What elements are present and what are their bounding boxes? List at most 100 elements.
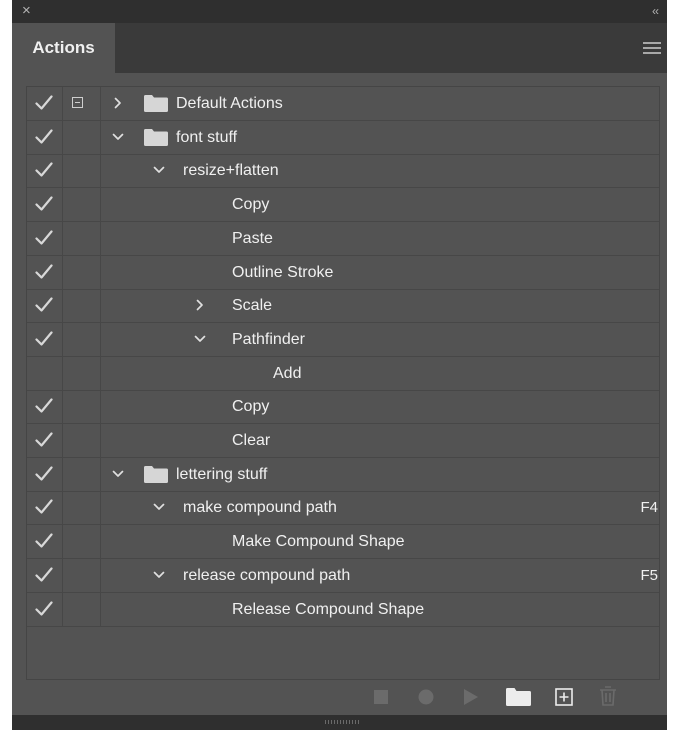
action-row[interactable]: Pathfinder	[27, 322, 659, 357]
toggle-dialog-cell[interactable]	[63, 491, 101, 525]
chevron-down-icon[interactable]	[111, 467, 125, 481]
checkmark-icon[interactable]	[35, 95, 53, 111]
checkmark-icon[interactable]	[35, 398, 53, 414]
actions-panel: × ‹‹ Actions Default Actions font stuff re…	[12, 0, 667, 730]
toggle-dialog-cell[interactable]	[63, 592, 101, 626]
toggle-item-cell[interactable]	[27, 592, 63, 626]
new-item-icon	[555, 688, 573, 706]
toggle-item-cell[interactable]	[27, 87, 63, 120]
create-new-set-button[interactable]	[506, 688, 531, 711]
dialog-toggle-icon[interactable]	[72, 97, 83, 108]
action-label: Add	[273, 364, 302, 382]
action-row[interactable]: Make Compound Shape	[27, 525, 659, 560]
toggle-dialog-cell[interactable]	[63, 457, 101, 491]
action-row[interactable]: release compound path F5	[27, 558, 659, 593]
toggle-dialog-cell[interactable]	[63, 322, 101, 356]
toggle-item-cell[interactable]	[27, 188, 63, 222]
toggle-item-cell[interactable]	[27, 356, 63, 390]
trash-icon	[600, 686, 616, 706]
toggle-dialog-cell[interactable]	[63, 120, 101, 154]
toggle-item-cell[interactable]	[27, 289, 63, 323]
toggle-item-cell[interactable]	[27, 457, 63, 491]
checkmark-icon[interactable]	[35, 162, 53, 178]
toggle-dialog-cell[interactable]	[63, 221, 101, 255]
play-selection-button[interactable]	[461, 688, 479, 711]
checkmark-icon[interactable]	[35, 600, 53, 617]
toggle-item-cell[interactable]	[27, 390, 63, 424]
folder-icon	[144, 95, 168, 112]
action-row[interactable]: Copy	[27, 188, 659, 223]
folder-icon	[144, 128, 168, 146]
toggle-item-cell[interactable]	[27, 424, 63, 457]
actions-toolbar	[12, 680, 667, 715]
toggle-item-cell[interactable]	[27, 154, 63, 188]
stop-playing-recording-button[interactable]	[372, 688, 390, 711]
grip-lines	[325, 720, 359, 724]
action-label: Paste	[232, 229, 273, 247]
begin-recording-button[interactable]	[417, 688, 435, 711]
resize-grip[interactable]	[12, 715, 667, 730]
checkmark-icon[interactable]	[35, 499, 53, 515]
toggle-dialog-cell[interactable]	[63, 289, 101, 323]
create-new-action-button[interactable]	[555, 688, 573, 711]
toggle-dialog-cell[interactable]	[63, 87, 101, 120]
toggle-dialog-cell[interactable]	[63, 525, 101, 559]
toggle-item-cell[interactable]	[27, 255, 63, 289]
action-row[interactable]: Clear	[27, 424, 659, 458]
checkmark-icon[interactable]	[35, 567, 53, 583]
toggle-dialog-cell[interactable]	[63, 356, 101, 390]
chevron-down-icon[interactable]	[111, 130, 125, 144]
action-label: lettering stuff	[176, 465, 268, 483]
toggle-item-cell[interactable]	[27, 525, 63, 559]
checkmark-icon[interactable]	[35, 297, 53, 313]
action-row[interactable]: Paste	[27, 221, 659, 256]
checkmark-icon[interactable]	[35, 533, 53, 549]
chevron-down-icon[interactable]	[152, 163, 166, 177]
toggle-item-cell[interactable]	[27, 120, 63, 154]
checkmark-icon[interactable]	[35, 230, 53, 246]
close-icon[interactable]: ×	[22, 3, 31, 19]
action-row[interactable]: lettering stuff	[27, 457, 659, 492]
action-label: Default Actions	[176, 95, 283, 112]
chevron-down-icon[interactable]	[152, 568, 166, 582]
action-label: Outline Stroke	[232, 263, 334, 281]
checkmark-icon[interactable]	[35, 263, 53, 280]
toggle-item-cell[interactable]	[27, 221, 63, 255]
action-row[interactable]: font stuff	[27, 120, 659, 155]
toggle-item-cell[interactable]	[27, 558, 63, 592]
action-row[interactable]: Default Actions	[27, 87, 659, 121]
checkmark-icon[interactable]	[35, 331, 53, 347]
chevron-down-icon[interactable]	[152, 500, 166, 514]
record-icon	[418, 689, 434, 705]
chevron-right-icon[interactable]	[111, 96, 125, 110]
toggle-dialog-cell[interactable]	[63, 424, 101, 457]
action-label: Release Compound Shape	[232, 600, 425, 618]
checkmark-icon[interactable]	[35, 466, 53, 482]
action-label: Make Compound Shape	[232, 533, 405, 551]
action-row[interactable]: Add	[27, 356, 659, 391]
action-row[interactable]: Scale	[27, 289, 659, 324]
function-key-label: F4	[640, 499, 658, 517]
toggle-dialog-cell[interactable]	[63, 154, 101, 188]
checkmark-icon[interactable]	[35, 129, 53, 145]
checkmark-icon[interactable]	[35, 196, 53, 212]
collapse-icon[interactable]: ‹‹	[652, 4, 659, 18]
action-row[interactable]: resize+flatten	[27, 154, 659, 189]
delete-selection-button[interactable]	[599, 686, 617, 711]
panel-menu-icon[interactable]	[643, 42, 661, 54]
checkmark-icon[interactable]	[35, 432, 53, 448]
toggle-dialog-cell[interactable]	[63, 558, 101, 592]
toggle-dialog-cell[interactable]	[63, 390, 101, 424]
toggle-dialog-cell[interactable]	[63, 255, 101, 289]
action-row[interactable]: Release Compound Shape	[27, 592, 659, 627]
tab-actions[interactable]: Actions	[12, 23, 115, 73]
chevron-right-icon[interactable]	[193, 298, 207, 312]
toggle-item-cell[interactable]	[27, 491, 63, 525]
action-row[interactable]: Outline Stroke	[27, 255, 659, 290]
toggle-dialog-cell[interactable]	[63, 188, 101, 222]
action-row[interactable]: make compound path F4	[27, 491, 659, 526]
action-row[interactable]: Copy	[27, 390, 659, 425]
toggle-item-cell[interactable]	[27, 322, 63, 356]
chevron-down-icon[interactable]	[193, 332, 207, 346]
folder-icon	[506, 688, 531, 706]
